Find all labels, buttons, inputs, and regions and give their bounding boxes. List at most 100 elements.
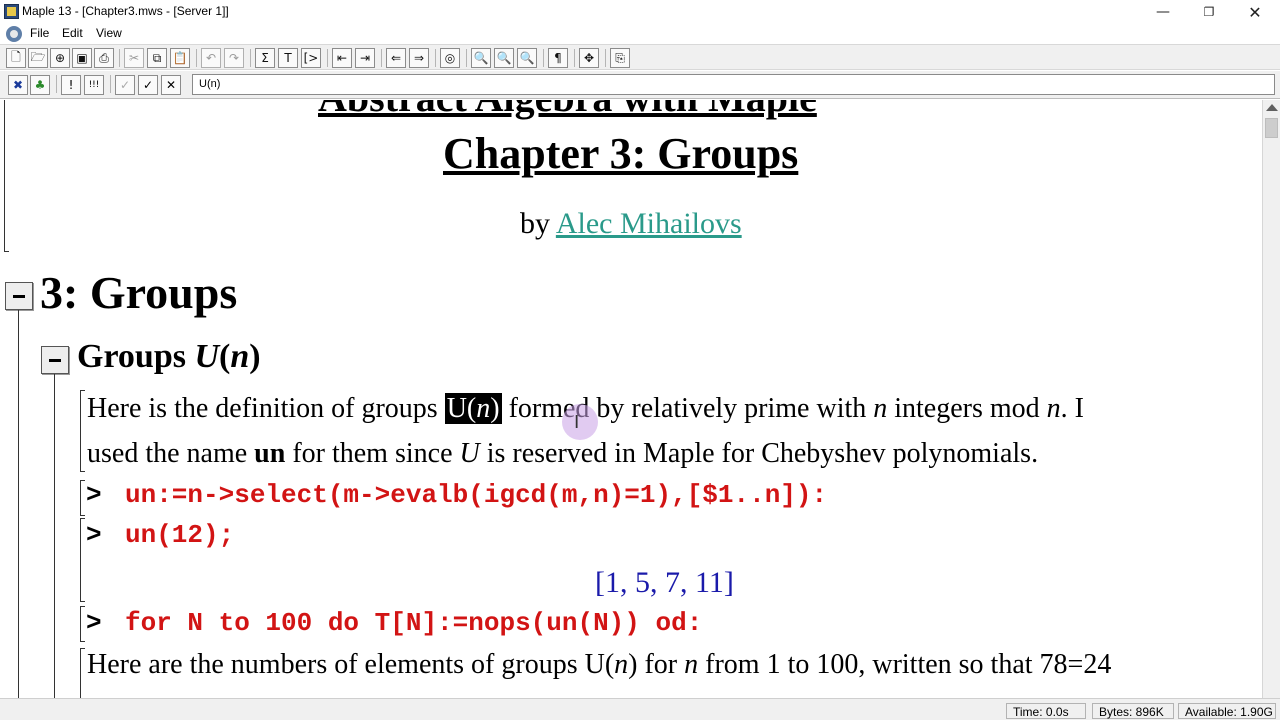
forward-icon[interactable]: ⇒ [409,48,429,68]
toolbar-separator [119,49,120,67]
stop-icon[interactable]: ◎ [440,48,460,68]
scroll-thumb[interactable] [1265,118,1278,138]
text-run: n [1046,393,1061,424]
toolbar-separator [435,49,436,67]
text-run: un [254,438,286,469]
cut-icon[interactable]: ✂ [124,48,144,68]
menu-file[interactable]: File [30,26,49,40]
input-prompt: > [86,608,102,638]
subsection-title-paren: ( [219,338,231,375]
insert-text-icon[interactable]: T [278,48,298,68]
input-prompt: > [86,480,102,510]
menu-edit[interactable]: Edit [62,26,83,40]
zoom-100-icon[interactable]: 🔍 [471,48,491,68]
maple-app-icon [4,4,19,19]
subsection-title-paren: ) [249,338,261,375]
back-icon[interactable]: ⇐ [386,48,406,68]
book-title: Abstract Algebra with Maple [318,100,817,121]
show-markers-icon[interactable]: ¶ [548,48,568,68]
maple-output: [1, 5, 7, 11] [595,566,734,599]
section-range-line [18,310,19,698]
maple-input-line[interactable]: un:=n->select(m->evalb(igcd(m,n)=1),[$1.… [125,480,827,510]
open-url-icon[interactable]: ⊕ [50,48,70,68]
menu-bar: File Edit View [0,24,1280,44]
scroll-up-arrow-icon[interactable] [1266,104,1278,111]
subsection-title-n: n [230,338,250,375]
paste-icon[interactable]: 📋 [170,48,190,68]
text-run: is reserved in Maple for Chebyshev polyn… [479,438,1039,469]
text-run: used the name [87,438,255,469]
maple-input-line[interactable]: un(12); [125,520,234,550]
byline-prefix: by [520,207,556,240]
execution-group-bracket[interactable] [80,648,85,698]
copy-icon[interactable]: ⧉ [147,48,167,68]
context-input-field[interactable]: U(n) [192,74,1275,95]
execute-all-icon[interactable]: !!! [84,75,104,95]
insert-prompt-icon[interactable]: [> [301,48,321,68]
subsection-title-text: Groups [77,338,195,375]
subsection-title: Groups U(n) [77,338,261,376]
text-run: Here is the definition of groups [87,393,445,424]
context-bar: ✖ ♣ ! !!! ✓ ✓ ✕ U(n) [0,71,1280,99]
toolbar-separator [56,75,57,93]
text-run: n [684,649,699,680]
cancel-icon[interactable]: ✓ [115,75,135,95]
print-icon[interactable]: ⎙ [94,48,114,68]
zoom-150-icon[interactable]: 🔍 [494,48,514,68]
outdent-icon[interactable]: ⇤ [332,48,352,68]
toolbar-separator [196,49,197,67]
status-time: Time: 0.0s [1006,703,1086,719]
execute-icon[interactable]: ! [61,75,81,95]
minimize-button[interactable]: — [1140,0,1186,24]
text-mode-icon[interactable]: ✖ [8,75,28,95]
save-icon[interactable]: ▣ [72,48,92,68]
zoom-200-icon[interactable]: 🔍 [517,48,537,68]
toolbar-separator [327,49,328,67]
maple-input-line[interactable]: for N to 100 do T[N]:=nops(un(N)) od: [125,608,702,638]
text-run: for them since [285,438,460,469]
vertical-scrollbar[interactable] [1262,100,1280,698]
worksheet-document[interactable]: Abstract Algebra with Maple Chapter 3: G… [0,100,1262,698]
author-link[interactable]: Alec Mihailovs [556,207,742,240]
status-bar: Time: 0.0s Bytes: 896K Available: 1.90G [0,698,1280,720]
status-available: Available: 1.90G [1178,703,1276,719]
section-collapse-button[interactable] [5,282,33,310]
main-toolbar: 🗋 🗁 ⊕ ▣ ⎙ ✂ ⧉ 📋 ↶ ↷ Σ T [> ⇤ ⇥ ⇐ ⇒ ◎ 🔍 🔍… [0,44,1280,70]
text-run: formed by relatively prime with [501,393,874,424]
execution-group-bracket[interactable] [80,518,85,602]
insert-math-icon[interactable]: Σ [255,48,275,68]
execution-group-bracket[interactable] [80,606,85,642]
text-run: n [614,649,629,680]
toolbar-separator [250,49,251,67]
menu-view[interactable]: View [96,26,122,40]
maple-input-icon[interactable]: ♣ [30,75,50,95]
text-run: . I [1060,393,1084,424]
title-group-bracket [4,100,9,252]
ibeam-cursor-icon: I [574,412,580,433]
execution-group-bracket[interactable] [80,390,85,472]
accept-icon[interactable]: ✓ [138,75,158,95]
text-run: integers mod [887,393,1047,424]
title-bar: Maple 13 - [Chapter3.mws - [Server 1]] —… [0,0,1280,24]
definition-paragraph-line-2: used the name un for them since U is res… [87,438,1038,470]
new-icon[interactable]: 🗋 [6,48,26,68]
document-menu-icon[interactable] [6,26,22,42]
maximize-button[interactable]: ❐ [1186,0,1232,24]
close-button[interactable]: ✕ [1232,0,1278,24]
subsection-title-var: U [194,338,220,375]
status-bytes: Bytes: 896K [1092,703,1174,719]
indent-icon[interactable]: ⇥ [355,48,375,68]
open-icon[interactable]: 🗁 [28,48,48,68]
subsection-collapse-button[interactable] [41,346,69,374]
toolbar-separator [574,49,575,67]
redo-icon[interactable]: ↷ [224,48,244,68]
restart-icon[interactable]: ⎘ [610,48,630,68]
execution-group-bracket[interactable] [80,480,85,516]
section-title: 3: Groups [40,267,238,318]
byline: by Alec Mihailovs [520,207,742,241]
reject-icon[interactable]: ✕ [161,75,181,95]
toolbar-separator [543,49,544,67]
text-run: ) [490,393,500,424]
undo-icon[interactable]: ↶ [201,48,221,68]
expand-sections-icon[interactable]: ✥ [579,48,599,68]
